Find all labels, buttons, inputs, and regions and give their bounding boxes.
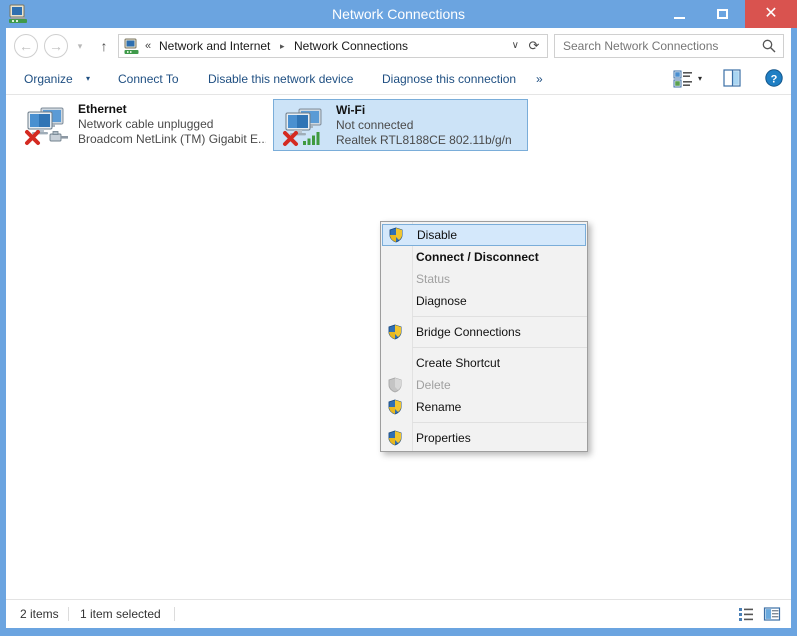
toolbar-overflow-button[interactable]: » — [536, 64, 543, 94]
connection-status: Network cable unplugged — [78, 117, 214, 131]
breadcrumb-item-network-and-internet[interactable]: Network and Internet — [159, 35, 270, 57]
change-view-caret-icon[interactable]: ▾ — [698, 64, 702, 94]
connection-name: Wi-Fi — [336, 103, 366, 117]
address-bar: ← → ▾ ↑ « Network and Internet ▸ Network… — [6, 28, 791, 64]
organize-button[interactable]: Organize — [24, 64, 73, 94]
context-menu-label: Status — [416, 272, 451, 286]
breadcrumb-overflow-icon[interactable]: « — [145, 35, 151, 57]
toolbar: Organize ▾ Connect To Disable this netwo… — [6, 64, 791, 95]
preview-pane-icon[interactable] — [722, 68, 742, 90]
title-bar: Network Connections ✕ — [0, 0, 797, 28]
wifi-adapter-icon — [282, 106, 330, 148]
connection-text-ethernet: Ethernet Network cable unplugged Broadco… — [78, 102, 266, 147]
up-button[interactable]: ↑ — [94, 35, 114, 57]
details-view-icon[interactable] — [763, 605, 781, 623]
shield-icon — [387, 324, 403, 340]
context-menu-label: Diagnose — [416, 294, 467, 308]
breadcrumb-item-network-connections[interactable]: Network Connections — [294, 35, 408, 57]
connection-adapter: Broadcom NetLink (TM) Gigabit E... — [78, 132, 266, 146]
context-menu-item-connect-disconnect[interactable]: Connect / Disconnect — [381, 246, 587, 268]
context-menu-item-status: Status — [381, 268, 587, 290]
change-view-icon[interactable] — [672, 68, 694, 90]
context-menu-item-delete: Delete — [381, 374, 587, 396]
help-icon[interactable]: ? — [764, 68, 784, 90]
status-divider — [68, 607, 69, 621]
history-dropdown-icon[interactable]: ▾ — [74, 40, 86, 52]
search-input[interactable]: Search Network Connections — [554, 34, 784, 58]
context-menu-item-disable[interactable]: Disable — [382, 224, 586, 246]
selection-count: 1 item selected — [80, 607, 161, 621]
search-placeholder: Search Network Connections — [563, 39, 719, 53]
context-menu-item-create-shortcut[interactable]: Create Shortcut — [381, 352, 587, 374]
refresh-icon[interactable]: ⟳ — [525, 35, 543, 57]
status-bar: 2 items 1 item selected — [6, 599, 791, 628]
status-divider — [174, 607, 175, 621]
back-button[interactable]: ← — [14, 34, 38, 58]
context-menu-item-bridge-connections[interactable]: Bridge Connections — [381, 321, 587, 343]
shield-icon — [388, 227, 404, 243]
close-icon: ✕ — [764, 5, 778, 22]
connect-to-button[interactable]: Connect To — [118, 64, 179, 94]
context-menu-label: Create Shortcut — [416, 356, 501, 370]
diagnose-connection-button[interactable]: Diagnose this connection — [382, 64, 516, 94]
client-area: ← → ▾ ↑ « Network and Internet ▸ Network… — [6, 28, 791, 628]
shield-icon-disabled — [387, 377, 403, 393]
connection-adapter: Realtek RTL8188CE 802.11b/g/n — [336, 133, 512, 147]
context-menu-item-diagnose[interactable]: Diagnose — [381, 290, 587, 312]
forward-button[interactable]: → — [44, 34, 68, 58]
context-menu-label: Rename — [416, 400, 462, 414]
context-menu-label: Bridge Connections — [416, 325, 521, 339]
connection-item-wifi[interactable]: Wi-Fi Not connected Realtek RTL8188CE 80… — [273, 99, 528, 151]
organize-caret-icon[interactable]: ▾ — [86, 64, 90, 94]
ethernet-adapter-icon — [24, 105, 72, 147]
context-menu-label: Connect / Disconnect — [416, 250, 539, 264]
svg-text:?: ? — [771, 73, 778, 85]
breadcrumb-separator-icon[interactable]: ▸ — [280, 35, 285, 57]
network-folder-icon — [123, 38, 140, 55]
disable-network-device-button[interactable]: Disable this network device — [208, 64, 353, 94]
list-view-icon[interactable] — [737, 605, 755, 623]
context-menu-label: Disable — [417, 228, 458, 242]
maximize-icon — [716, 9, 728, 19]
context-menu-separator — [412, 347, 587, 348]
connection-name: Ethernet — [78, 102, 127, 116]
minimize-icon — [673, 17, 685, 19]
context-menu-item-rename[interactable]: Rename — [381, 396, 587, 418]
chevron-down-icon[interactable]: ∨ — [512, 35, 519, 57]
shield-icon — [387, 399, 403, 415]
context-menu: Disable Connect / Disconnect Status Diag… — [380, 221, 588, 452]
connection-text-wifi: Wi-Fi Not connected Realtek RTL8188CE 80… — [336, 103, 524, 148]
shield-icon — [387, 430, 403, 446]
context-menu-label: Properties — [416, 431, 471, 445]
maximize-button[interactable] — [700, 0, 745, 28]
network-connections-window: Network Connections ✕ ← → ▾ ↑ « Network … — [0, 0, 797, 636]
context-menu-item-properties[interactable]: Properties — [381, 427, 587, 449]
minimize-button[interactable] — [656, 0, 701, 28]
context-menu-label: Delete — [416, 378, 451, 392]
context-menu-separator — [412, 316, 587, 317]
search-icon — [761, 38, 777, 54]
item-count: 2 items — [20, 607, 59, 621]
breadcrumb[interactable]: « Network and Internet ▸ Network Connect… — [118, 34, 548, 58]
close-button[interactable]: ✕ — [745, 0, 797, 28]
connection-item-ethernet[interactable]: Ethernet Network cable unplugged Broadco… — [16, 99, 271, 151]
connections-list: Ethernet Network cable unplugged Broadco… — [6, 95, 791, 607]
context-menu-separator — [412, 422, 587, 423]
connection-status: Not connected — [336, 118, 414, 132]
